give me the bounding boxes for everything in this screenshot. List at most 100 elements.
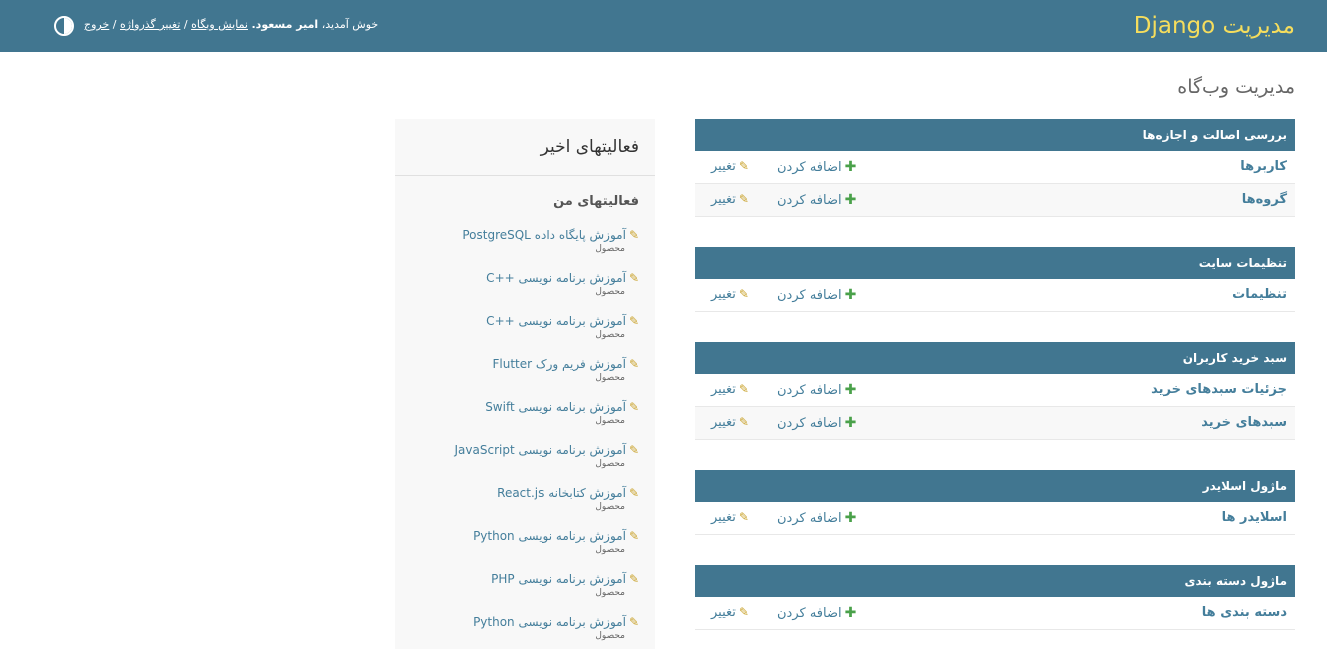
model-link[interactable]: دسته بندی ها	[1202, 605, 1287, 620]
view-site-link[interactable]: نمایش وبگاه	[191, 18, 248, 31]
add-link[interactable]: ✚اضافه کردن	[777, 605, 856, 621]
recent-action-link[interactable]: ✎آموزش برنامه نویسی ++C	[486, 271, 639, 285]
recent-action-item: ✎آموزش برنامه نویسی ++C محصول	[486, 314, 639, 340]
separator: /	[112, 18, 117, 31]
add-icon: ✚	[844, 159, 857, 175]
model-link[interactable]: سبدهای خرید	[1201, 415, 1287, 430]
change-label: تغییر	[711, 415, 736, 430]
add-link[interactable]: ✚اضافه کردن	[777, 192, 856, 208]
add-label: اضافه کردن	[777, 511, 842, 526]
content-type-label: محصول	[595, 287, 625, 297]
recent-action-link[interactable]: ✎آموزش برنامه نویسی ++C	[486, 314, 639, 328]
model-row: سبدهای خرید ✚اضافه کردن ✎تغییر	[695, 407, 1295, 440]
change-password-link[interactable]: تغییر گذرواژه	[120, 18, 180, 31]
module-caption[interactable]: ماژول اسلایدر	[695, 470, 1295, 502]
pencil-icon: ✎	[738, 415, 749, 429]
pencil-icon: ✎	[628, 615, 639, 629]
add-link[interactable]: ✚اضافه کردن	[777, 287, 856, 303]
recent-action-item: ✎آموزش فریم ورک Flutter محصول	[492, 357, 639, 383]
add-link[interactable]: ✚اضافه کردن	[777, 510, 856, 526]
change-label: تغییر	[711, 382, 736, 397]
app-module: تنظیمات سایت تنظیمات ✚اضافه کردن ✎تغییر	[695, 247, 1295, 312]
pencil-icon: ✎	[628, 314, 639, 328]
change-link[interactable]: ✎تغییر	[711, 605, 749, 620]
recent-action-item: ✎آموزش کتابخانه React.js محصول	[497, 486, 639, 512]
model-row: گروه‌ها ✚اضافه کردن ✎تغییر	[695, 184, 1295, 217]
model-row: دسته بندی ها ✚اضافه کردن ✎تغییر	[695, 597, 1295, 630]
add-link[interactable]: ✚اضافه کردن	[777, 382, 856, 398]
recent-action-link[interactable]: ✎آموزش پایگاه داده PostgreSQL	[462, 228, 639, 242]
model-link[interactable]: گروه‌ها	[1242, 192, 1287, 207]
change-link[interactable]: ✎تغییر	[711, 192, 749, 207]
recent-action-link[interactable]: ✎آموزش کتابخانه React.js	[497, 486, 639, 500]
model-row: جزئیات سبدهای خرید ✚اضافه کردن ✎تغییر	[695, 374, 1295, 407]
module-caption[interactable]: ماژول دسته بندی	[695, 565, 1295, 597]
change-link[interactable]: ✎تغییر	[711, 415, 749, 430]
pencil-icon: ✎	[738, 510, 749, 524]
content-type-label: محصول	[595, 545, 625, 555]
module-caption[interactable]: تنظیمات سایت	[695, 247, 1295, 279]
model-row: اسلایدر ها ✚اضافه کردن ✎تغییر	[695, 502, 1295, 535]
pencil-icon: ✎	[738, 192, 749, 206]
recent-action-title: آموزش برنامه نویسی Swift	[485, 400, 626, 414]
pencil-icon: ✎	[628, 400, 639, 414]
pencil-icon: ✎	[738, 159, 749, 173]
add-label: اضافه کردن	[777, 193, 842, 208]
pencil-icon: ✎	[738, 382, 749, 396]
add-icon: ✚	[844, 287, 857, 303]
model-link[interactable]: تنظیمات	[1232, 287, 1287, 302]
recent-action-item: ✎آموزش برنامه نویسی Python محصول	[473, 529, 639, 555]
recent-action-title: آموزش برنامه نویسی Python	[473, 615, 626, 629]
model-link[interactable]: اسلایدر ها	[1222, 510, 1287, 525]
add-link[interactable]: ✚اضافه کردن	[777, 159, 856, 175]
change-link[interactable]: ✎تغییر	[711, 159, 749, 174]
app-module: بررسی اصالت و اجازه‌ها کاربرها ✚اضافه کردن…	[695, 119, 1295, 217]
content-type-label: محصول	[595, 244, 625, 254]
recent-action-link[interactable]: ✎آموزش برنامه نویسی Swift	[485, 400, 639, 414]
logout-link[interactable]: خروج	[84, 18, 109, 31]
pencil-icon: ✎	[628, 572, 639, 586]
change-label: تغییر	[711, 192, 736, 207]
recent-action-link[interactable]: ✎آموزش برنامه نویسی Python	[473, 529, 639, 543]
add-icon: ✚	[844, 382, 857, 398]
content-type-label: محصول	[595, 502, 625, 512]
add-label: اضافه کردن	[777, 606, 842, 621]
add-label: اضافه کردن	[777, 416, 842, 431]
user-tools: خوش آمدید، امیر مسعود. نمایش وبگاه / تغی…	[84, 18, 378, 31]
recent-action-item: ✎آموزش برنامه نویسی Python محصول	[473, 615, 639, 641]
recent-action-link[interactable]: ✎آموزش برنامه نویسی Python	[473, 615, 639, 629]
add-label: اضافه کردن	[777, 288, 842, 303]
module-caption[interactable]: سبد خرید کاربران	[695, 342, 1295, 374]
site-branding[interactable]: مدیریت Django	[1134, 13, 1295, 39]
recent-action-link[interactable]: ✎آموزش برنامه نویسی PHP	[491, 572, 639, 586]
recent-action-item: ✎آموزش برنامه نویسی JavaScript محصول	[455, 443, 639, 469]
recent-actions-title: فعالیتهای اخیر	[540, 137, 639, 157]
divider	[395, 175, 655, 176]
model-link[interactable]: کاربرها	[1240, 159, 1287, 174]
model-link[interactable]: جزئیات سبدهای خرید	[1151, 382, 1287, 397]
recent-action-item: ✎آموزش پایگاه داده PostgreSQL محصول	[462, 228, 639, 254]
change-link[interactable]: ✎تغییر	[711, 382, 749, 397]
change-link[interactable]: ✎تغییر	[711, 510, 749, 525]
add-link[interactable]: ✚اضافه کردن	[777, 415, 856, 431]
recent-action-title: آموزش کتابخانه React.js	[497, 486, 626, 500]
change-label: تغییر	[711, 605, 736, 620]
header: خوش آمدید، امیر مسعود. نمایش وبگاه / تغی…	[0, 0, 1327, 52]
theme-toggle-icon[interactable]	[54, 16, 74, 36]
pencil-icon: ✎	[628, 228, 639, 242]
model-row: کاربرها ✚اضافه کردن ✎تغییر	[695, 151, 1295, 184]
recent-action-link[interactable]: ✎آموزش فریم ورک Flutter	[492, 357, 639, 371]
recent-action-link[interactable]: ✎آموزش برنامه نویسی JavaScript	[455, 443, 639, 457]
recent-action-title: آموزش برنامه نویسی Python	[473, 529, 626, 543]
pencil-icon: ✎	[628, 529, 639, 543]
change-label: تغییر	[711, 159, 736, 174]
app-module: سبد خرید کاربران جزئیات سبدهای خرید ✚اضافه…	[695, 342, 1295, 440]
recent-action-item: ✎آموزش برنامه نویسی Swift محصول	[485, 400, 639, 426]
change-link[interactable]: ✎تغییر	[711, 287, 749, 302]
recent-action-title: آموزش برنامه نویسی ++C	[486, 271, 626, 285]
module-caption[interactable]: بررسی اصالت و اجازه‌ها	[695, 119, 1295, 151]
content-type-label: محصول	[595, 373, 625, 383]
pencil-icon: ✎	[628, 486, 639, 500]
my-actions-title: فعالیتهای من	[553, 194, 639, 209]
pencil-icon: ✎	[738, 287, 749, 301]
